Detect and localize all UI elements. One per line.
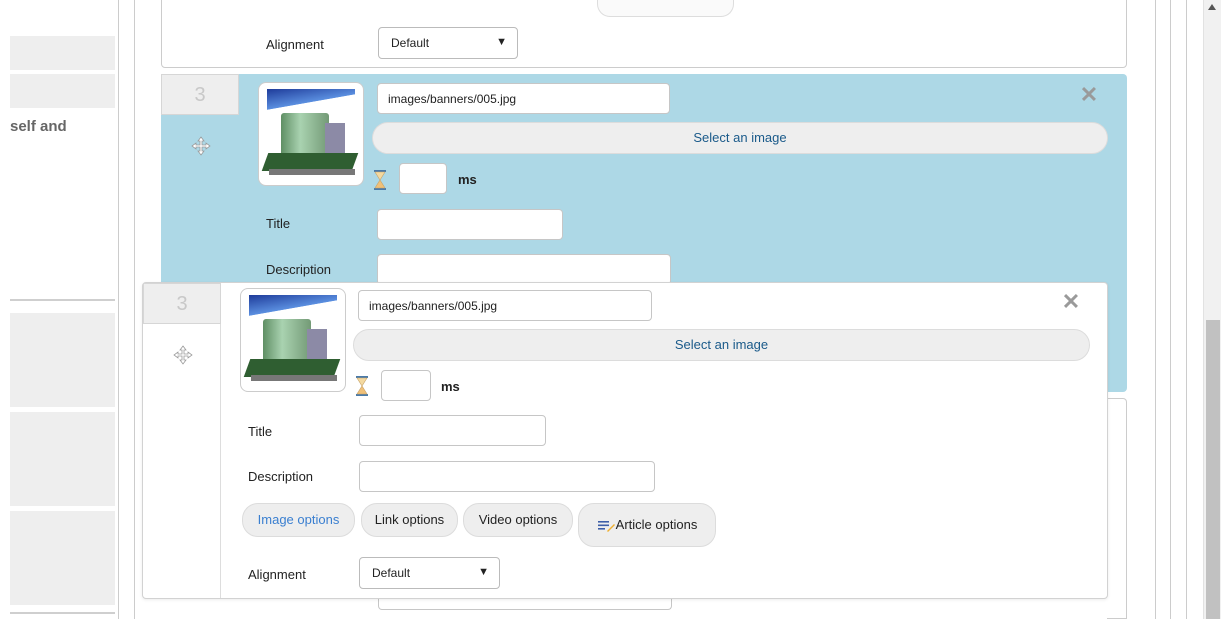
slide-number: 3 [143,283,221,324]
guide-line [118,0,119,619]
description-label: Description [266,262,332,277]
image-thumbnail [240,288,346,392]
alignment-select-value: Default [391,36,430,50]
tab-link-options[interactable]: Link options [361,503,458,537]
tab-video-options[interactable]: Video options [463,503,573,537]
slide-item-previous: Alignment Default ▼ [161,0,1127,68]
tab-image-options[interactable]: Image options [242,503,355,537]
tab-article-options-label: Article options [615,517,698,532]
ms-label: ms [458,172,477,187]
alignment-select-value: Default [372,566,411,580]
sidebar-divider [10,299,115,301]
input-peek [378,598,672,610]
scroll-up-arrow-icon[interactable] [1208,4,1216,10]
select-image-button[interactable]: Select an image [353,329,1090,361]
article-icon [597,520,615,532]
remove-slide-icon[interactable]: ✕ [1060,291,1082,313]
alignment-select[interactable]: Default ▼ [378,27,518,59]
title-label: Title [248,424,273,439]
sidebar-text: self and [10,118,67,135]
slide-item-next-edge [1107,398,1127,619]
move-icon[interactable] [191,136,211,156]
sidebar-block-2 [10,74,115,108]
dropdown-arrow-icon: ▼ [496,36,507,48]
move-icon[interactable] [173,345,193,365]
title-label: Title [266,216,291,231]
image-path-input[interactable]: images/banners/005.jpg [358,290,652,321]
scrollbar[interactable] [1203,0,1221,619]
image-thumbnail [258,82,364,186]
duration-input[interactable] [381,370,431,401]
title-input[interactable] [377,209,563,240]
remove-slide-icon[interactable]: ✕ [1078,84,1100,106]
description-label: Description [248,469,314,484]
sidebar-block-1 [10,36,115,70]
duration-input[interactable] [399,163,447,194]
sidebar-block-3 [10,313,115,407]
sidebar-block-5 [10,511,115,605]
sidebar-divider-bottom [10,612,115,614]
alignment-label: Alignment [248,567,306,582]
guide-line [1155,0,1156,619]
alignment-label: Alignment [266,37,324,52]
hourglass-icon [356,376,368,396]
dropdown-arrow-icon: ▼ [478,566,489,578]
slide-item-dragging[interactable]: 3 images/banners/005.jpg ✕ Select an ima… [142,282,1108,599]
scrollbar-thumb[interactable] [1206,320,1220,619]
title-input[interactable] [359,415,546,446]
tab-article-options[interactable]: Article options [578,503,716,547]
image-path-input[interactable]: images/banners/005.jpg [377,83,670,114]
guide-line [1186,0,1187,619]
select-image-button-partial[interactable] [597,0,734,17]
ms-label: ms [441,379,460,394]
select-image-button[interactable]: Select an image [372,122,1108,154]
description-input[interactable] [359,461,655,492]
slide-handle-column [143,283,221,598]
guide-line [1170,0,1171,619]
guide-line [134,0,135,619]
hourglass-icon [374,170,386,190]
slide-number: 3 [161,74,239,115]
alignment-select[interactable]: Default ▼ [359,557,500,589]
sidebar-block-4 [10,412,115,506]
description-input[interactable] [377,254,671,285]
